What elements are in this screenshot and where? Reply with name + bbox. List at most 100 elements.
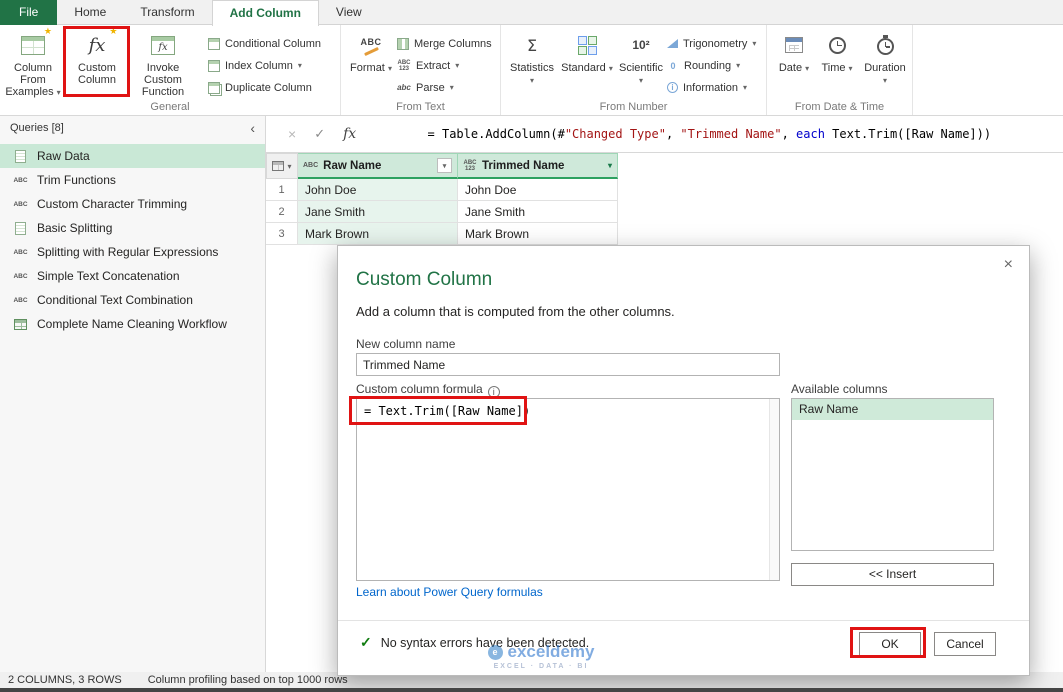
insert-column-button[interactable]: << Insert bbox=[791, 563, 994, 586]
standard-label: Standard bbox=[561, 62, 606, 74]
duration-button[interactable]: Duration ▾ bbox=[861, 28, 909, 100]
query-item-simple-text-concatenation[interactable]: ABC Simple Text Concatenation bbox=[0, 264, 265, 288]
row-number[interactable]: 2 bbox=[266, 201, 298, 223]
scrollbar[interactable] bbox=[769, 399, 779, 580]
time-label: Time bbox=[821, 62, 846, 74]
sheet-icon bbox=[13, 221, 28, 235]
row-number[interactable]: 3 bbox=[266, 223, 298, 245]
trigonometry-button[interactable]: Trigonometry ▾ bbox=[667, 33, 756, 54]
chevron-down-icon[interactable]: ▾ bbox=[608, 161, 612, 170]
new-column-name-input[interactable] bbox=[356, 353, 780, 376]
query-item-basic-splitting[interactable]: Basic Splitting bbox=[0, 216, 265, 240]
chevron-down-icon: ▾ bbox=[387, 64, 392, 73]
group-label-general: General bbox=[150, 101, 190, 113]
column-from-examples-button[interactable]: ★ Column From Examples ▾ bbox=[2, 26, 64, 100]
extract-button[interactable]: ABC 123 Extract ▾ bbox=[397, 55, 460, 76]
fx-icon[interactable]: fx bbox=[343, 126, 356, 142]
group-label-from-number: From Number bbox=[599, 101, 668, 113]
cell-raw-name[interactable]: Jane Smith bbox=[298, 201, 458, 223]
info-icon[interactable]: i bbox=[487, 386, 500, 398]
conditional-column-icon bbox=[208, 37, 220, 50]
query-item-label: Basic Splitting bbox=[37, 221, 113, 235]
date-button[interactable]: Date ▾ bbox=[775, 28, 813, 100]
ribbon-group-from-number: Σ Statistics ▾ Standard ▾ 10² Scientific… bbox=[501, 25, 767, 115]
cancel-formula-icon[interactable]: × bbox=[288, 126, 296, 142]
rounding-button[interactable]: 0 Rounding ▾ bbox=[667, 55, 740, 76]
information-icon: i bbox=[667, 82, 678, 93]
cancel-button[interactable]: Cancel bbox=[934, 632, 996, 656]
query-item-custom-character-trimming[interactable]: ABC Custom Character Trimming bbox=[0, 192, 265, 216]
query-item-label: Complete Name Cleaning Workflow bbox=[37, 317, 227, 331]
cell-trimmed-name[interactable]: Jane Smith bbox=[458, 201, 618, 223]
syntax-status-text: No syntax errors have been detected. bbox=[380, 635, 590, 650]
statistics-button[interactable]: Σ Statistics ▾ bbox=[507, 28, 557, 100]
tab-view[interactable]: View bbox=[319, 0, 379, 25]
custom-column-button[interactable]: fx ★ Custom Column bbox=[66, 26, 128, 100]
data-preview-grid: ▾ ABC Raw Name ▾ ABC 123 Trimmed Name ▾ 1… bbox=[266, 153, 618, 245]
custom-formula-input[interactable]: = Text.Trim([Raw Name]) bbox=[356, 398, 780, 581]
new-column-name-label: New column name bbox=[356, 337, 456, 351]
standard-button[interactable]: Standard ▾ bbox=[561, 28, 613, 100]
collapse-panel-icon[interactable]: ‹ bbox=[250, 116, 255, 140]
tab-transform[interactable]: Transform bbox=[123, 0, 211, 25]
chevron-down-icon: ▾ bbox=[529, 76, 534, 85]
scientific-button[interactable]: 10² Scientific ▾ bbox=[617, 28, 665, 100]
available-columns-list: Raw Name bbox=[791, 398, 994, 551]
ok-button[interactable]: OK bbox=[859, 632, 921, 656]
query-item-complete-name-cleaning-workflow[interactable]: Complete Name Cleaning Workflow bbox=[0, 312, 265, 336]
filter-button[interactable]: ▾ bbox=[437, 158, 452, 173]
sparkle-icon: ★ bbox=[109, 26, 118, 36]
chevron-down-icon: ▾ bbox=[638, 76, 643, 85]
learn-formulas-link[interactable]: Learn about Power Query formulas bbox=[356, 585, 543, 599]
status-column-profiling[interactable]: Column profiling based on top 1000 rows bbox=[148, 674, 348, 686]
parse-icon: abc bbox=[397, 83, 411, 92]
chevron-down-icon: ▾ bbox=[743, 83, 748, 92]
invoke-custom-function-button[interactable]: fx Invoke Custom Function bbox=[130, 28, 196, 100]
abc-query-icon: ABC bbox=[13, 272, 28, 280]
query-item-splitting-regular-expressions[interactable]: ABC Splitting with Regular Expressions bbox=[0, 240, 265, 264]
formula-bar: × ✓ fx = Table.AddColumn(#"Changed Type"… bbox=[266, 116, 1063, 153]
sheet-fx-icon: fx bbox=[151, 35, 175, 55]
query-item-label: Trim Functions bbox=[37, 173, 116, 187]
cell-trimmed-name[interactable]: Mark Brown bbox=[458, 223, 618, 245]
column-header-trimmed-name[interactable]: ABC 123 Trimmed Name ▾ bbox=[458, 153, 618, 179]
rounding-icon: 0 bbox=[670, 60, 676, 71]
cell-raw-name[interactable]: John Doe bbox=[298, 179, 458, 201]
index-column-button[interactable]: Index Column ▾ bbox=[208, 55, 302, 76]
chevron-down-icon: ▾ bbox=[805, 64, 810, 73]
row-number[interactable]: 1 bbox=[266, 179, 298, 201]
conditional-column-button[interactable]: Conditional Column bbox=[208, 33, 321, 54]
trigonometry-icon bbox=[667, 39, 678, 48]
query-item-trim-functions[interactable]: ABC Trim Functions bbox=[0, 168, 265, 192]
select-all-corner-button[interactable]: ▾ bbox=[266, 153, 298, 179]
tab-home[interactable]: Home bbox=[57, 0, 123, 25]
calendar-icon bbox=[785, 31, 803, 59]
queries-list: Raw Data ABC Trim Functions ABC Custom C… bbox=[0, 144, 265, 336]
date-label: Date bbox=[778, 62, 803, 74]
text-type-icon: ABC bbox=[303, 162, 319, 169]
time-button[interactable]: Time ▾ bbox=[819, 28, 855, 100]
tab-add-column[interactable]: Add Column bbox=[211, 0, 319, 26]
cell-raw-name[interactable]: Mark Brown bbox=[298, 223, 458, 245]
tab-file[interactable]: File bbox=[0, 0, 58, 25]
merge-columns-button[interactable]: Merge Columns bbox=[397, 33, 492, 54]
close-icon[interactable]: × bbox=[1004, 256, 1013, 274]
commit-formula-icon[interactable]: ✓ bbox=[314, 126, 325, 142]
information-button[interactable]: i Information ▾ bbox=[667, 77, 747, 98]
query-item-conditional-text-combination[interactable]: ABC Conditional Text Combination bbox=[0, 288, 265, 312]
formula-input[interactable]: = Table.AddColumn(#"Changed Type", "Trim… bbox=[384, 113, 992, 155]
format-button[interactable]: ABC Format ▾ bbox=[348, 28, 394, 100]
screen-bottom-edge bbox=[0, 688, 1063, 692]
invoke-function-icon: fx bbox=[151, 31, 175, 59]
duplicate-column-label: Duplicate Column bbox=[225, 81, 312, 94]
trigonometry-label: Trigonometry bbox=[683, 37, 748, 50]
column-header-raw-name[interactable]: ABC Raw Name ▾ bbox=[298, 153, 458, 179]
available-column-raw-name[interactable]: Raw Name bbox=[792, 399, 993, 420]
duplicate-column-button[interactable]: Duplicate Column bbox=[208, 77, 312, 98]
query-item-raw-data[interactable]: Raw Data bbox=[0, 144, 265, 168]
fx-sparkle-icon: fx ★ bbox=[84, 26, 118, 59]
ribbon-group-general: ★ Column From Examples ▾ fx ★ Custom Col… bbox=[0, 25, 341, 115]
parse-button[interactable]: abc Parse ▾ bbox=[397, 77, 454, 98]
fx-icon: fx bbox=[88, 34, 106, 56]
cell-trimmed-name[interactable]: John Doe bbox=[458, 179, 618, 201]
